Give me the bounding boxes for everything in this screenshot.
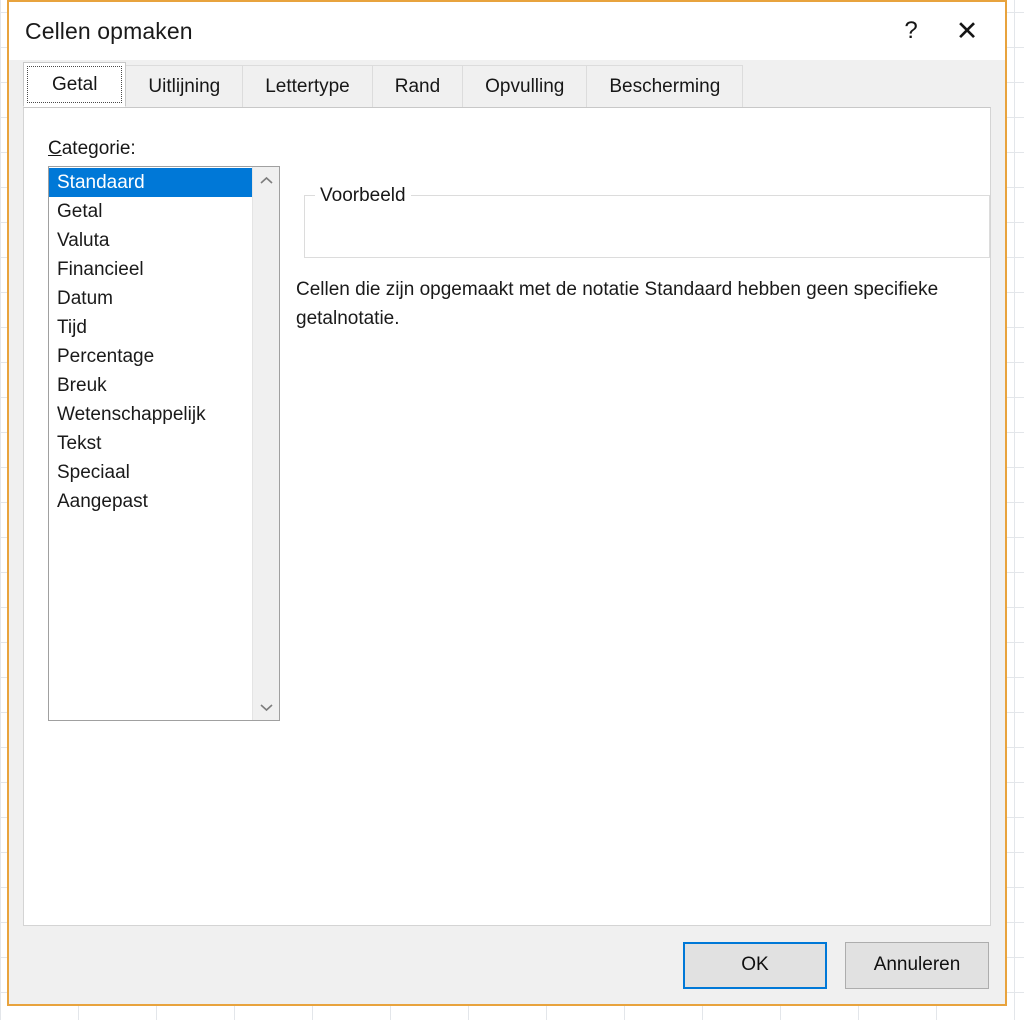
tab-label: Lettertype (265, 75, 350, 97)
list-item[interactable]: Datum (49, 284, 252, 313)
close-icon[interactable]: ✕ (939, 3, 995, 59)
chevron-down-icon[interactable] (253, 694, 279, 720)
category-scrollbar[interactable] (252, 167, 279, 720)
chevron-up-glyph (259, 176, 273, 184)
preview-groupbox: Voorbeeld (304, 186, 990, 258)
dialog-title: Cellen opmaken (25, 17, 193, 44)
category-description: Cellen die zijn opgemaakt met de notatie… (296, 279, 939, 329)
list-item[interactable]: Standaard (49, 168, 252, 197)
list-item[interactable]: Valuta (49, 226, 252, 255)
list-item[interactable]: Wetenschappelijk (49, 400, 252, 429)
list-item[interactable]: Tekst (49, 429, 252, 458)
category-list-items[interactable]: Standaard Getal Valuta Financieel Datum Tijd P… (49, 167, 252, 720)
tab-label: Rand (394, 75, 441, 97)
list-item[interactable]: Speciaal (49, 458, 252, 487)
category-label-accel: C (48, 138, 62, 159)
ok-button[interactable]: OK (683, 941, 827, 989)
preview-value (305, 196, 989, 257)
tab-getal[interactable]: Getal (23, 62, 127, 107)
tab-content-getal: Categorie: Standaard Getal Valuta Financiee… (23, 107, 991, 926)
tab-opvulling[interactable]: Opvulling (462, 65, 588, 107)
list-item[interactable]: Aangepast (49, 487, 252, 516)
category-label-rest: ategorie: (61, 138, 136, 159)
cancel-button[interactable]: Annuleren (845, 941, 989, 989)
dialog-footer: OK Annuleren (9, 926, 1005, 1004)
list-item[interactable]: Financieel (49, 255, 252, 284)
tab-rand[interactable]: Rand (371, 65, 464, 107)
list-item[interactable]: Percentage (49, 342, 252, 371)
dialog-titlebar: Cellen opmaken ? ✕ (9, 2, 1005, 60)
chevron-down-glyph (259, 703, 273, 711)
category-listbox[interactable]: Standaard Getal Valuta Financieel Datum Tijd P… (48, 166, 280, 721)
grid-col-line (1014, 0, 1015, 1020)
tab-uitlijning[interactable]: Uitlijning (125, 65, 244, 107)
titlebar-buttons: ? ✕ (883, 2, 1005, 60)
tab-label: Bescherming (609, 75, 721, 97)
tab-bescherming[interactable]: Bescherming (586, 65, 744, 107)
chevron-up-icon[interactable] (253, 167, 279, 193)
tab-label: Uitlijning (148, 75, 221, 97)
grid-col-line (0, 0, 1, 1020)
tab-strip: Getal Uitlijning Lettertype Rand Opvulling Be… (9, 60, 1005, 107)
list-item[interactable]: Tijd (49, 313, 252, 342)
help-icon[interactable]: ? (883, 3, 939, 59)
tab-lettertype[interactable]: Lettertype (242, 65, 373, 107)
list-item[interactable]: Breuk (49, 371, 252, 400)
tab-label: Opvulling (485, 75, 565, 97)
category-label: Categorie: (48, 138, 136, 160)
list-item[interactable]: Getal (49, 197, 252, 226)
format-cells-dialog: Cellen opmaken ? ✕ Getal Uitlijning Letter… (7, 0, 1007, 1006)
tab-label: Getal (52, 73, 98, 95)
scrollbar-track[interactable] (253, 193, 279, 694)
